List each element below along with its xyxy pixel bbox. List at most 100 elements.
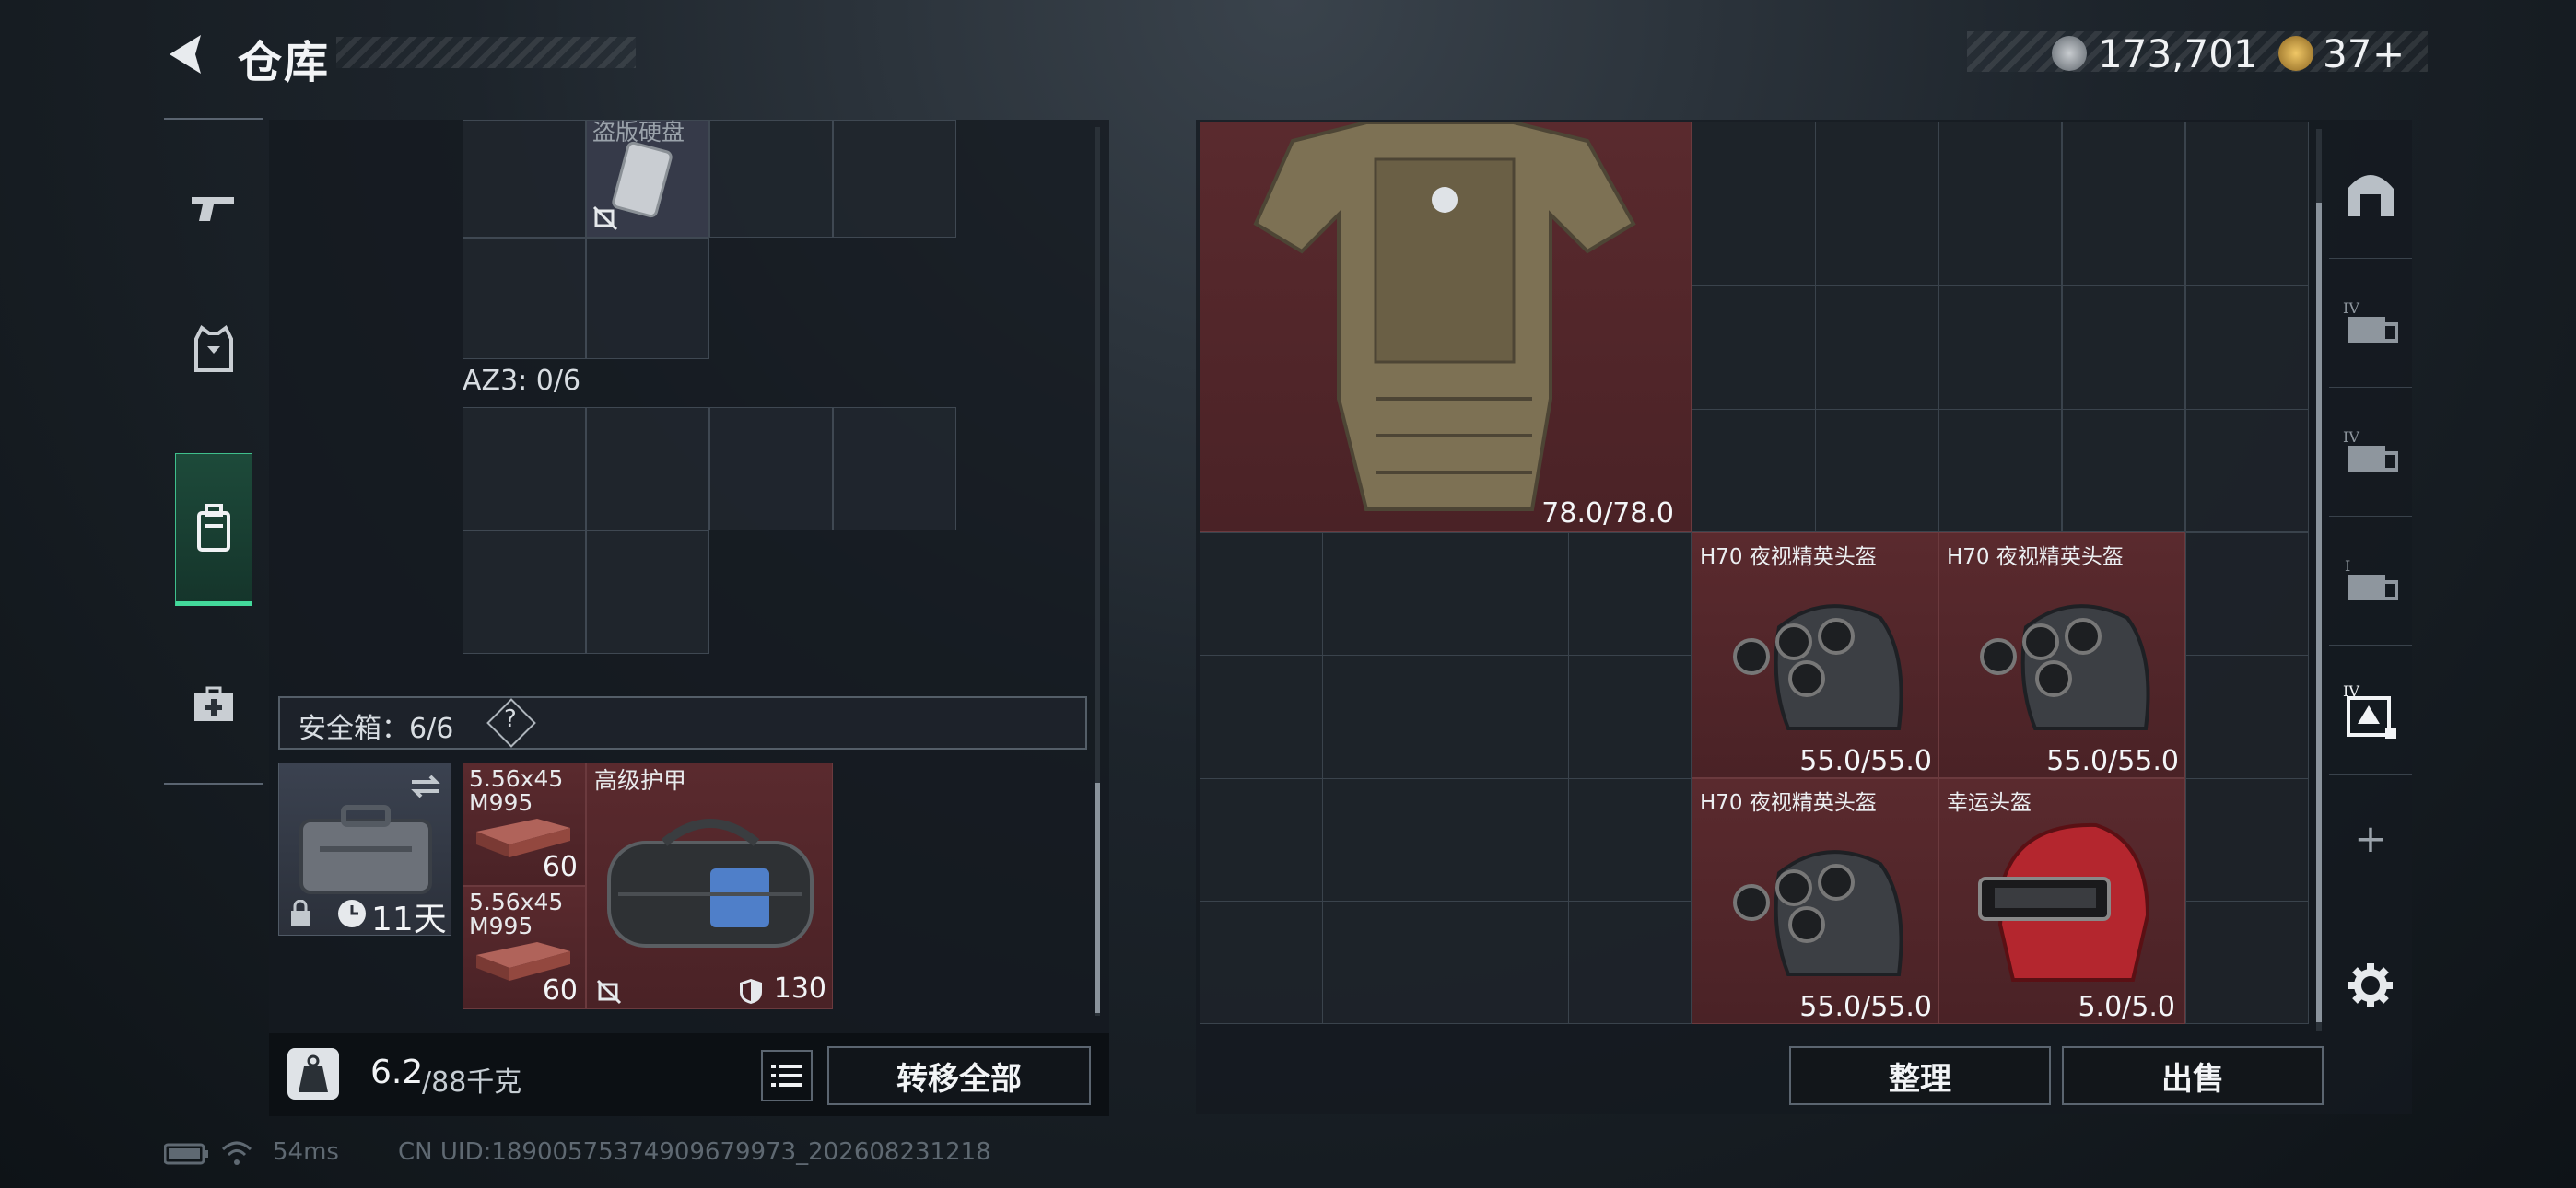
no-insure-icon: [596, 979, 622, 1005]
grid-cell[interactable]: [709, 407, 833, 530]
stash-scrollbar-thumb[interactable]: [2316, 203, 2322, 1022]
stash-page-icon: I: [2345, 557, 2398, 600]
list-view-button[interactable]: [761, 1050, 813, 1101]
stash-page-4b[interactable]: IV: [2329, 387, 2412, 517]
helmet-durability: 55.0/55.0: [1799, 991, 1932, 1023]
grid-cell[interactable]: [2062, 122, 2185, 532]
backpack-icon: [197, 504, 230, 552]
grid-cell[interactable]: [1692, 122, 1815, 532]
shield-icon: [740, 979, 762, 1004]
help-mark: ?: [504, 705, 517, 733]
ammo-label: 5.56x45 M995: [469, 765, 564, 816]
grid-cell[interactable]: [463, 238, 586, 359]
medkit-icon: [194, 686, 233, 721]
grid-cell[interactable]: [586, 407, 709, 530]
ping-text: 54ms: [273, 1138, 339, 1166]
category-backpack[interactable]: [175, 453, 252, 606]
grid-line: [1200, 778, 1692, 779]
hard-drive-item[interactable]: 盗版硬盘: [586, 120, 709, 238]
stash-page-main[interactable]: [2329, 129, 2412, 259]
ammo-label: 5.56x45 M995: [469, 889, 564, 939]
grid-line: [2185, 901, 2309, 902]
grid-cell[interactable]: [463, 530, 586, 654]
currency-bar: 173,701 37 +: [1967, 31, 2428, 76]
stash-page-active-icon: IV: [2343, 682, 2396, 739]
grid-cell[interactable]: [833, 120, 956, 238]
add-stash-page-button[interactable]: +: [2329, 774, 2412, 903]
case-image: [299, 805, 432, 894]
page-title: 仓库: [238, 37, 331, 88]
settings-button[interactable]: [2329, 921, 2412, 1050]
title-decoration: [336, 37, 636, 68]
grid-line: [1200, 901, 1692, 902]
armor-value: 130: [773, 973, 826, 1005]
pistol-icon: [192, 197, 234, 221]
category-armor[interactable]: [164, 281, 263, 419]
helmet-name: H70 夜视精英头盔: [1700, 791, 1877, 815]
grid-cell[interactable]: [463, 407, 586, 530]
lucky-helmet-item[interactable]: 幸运头盔 5.0/5.0: [1938, 778, 2185, 1024]
weight-max: /88千克: [422, 1066, 522, 1099]
helmet-name: H70 夜视精英头盔: [1947, 545, 2124, 569]
grid-cell[interactable]: [1815, 122, 1938, 532]
ammo-count: 60: [542, 851, 578, 883]
grid-cell[interactable]: [463, 120, 586, 238]
safe-box-case[interactable]: 11天: [278, 763, 451, 938]
stash-page-1[interactable]: I: [2329, 516, 2412, 646]
grid-cell[interactable]: [586, 238, 709, 359]
category-rail: [164, 118, 263, 785]
gear-icon: [2348, 963, 2393, 1007]
uid-text: CN UID:18900575374909679973_202608231218: [398, 1138, 991, 1166]
category-weapons[interactable]: [164, 138, 263, 276]
night-vision-helmet-image: [1733, 850, 1903, 976]
backpack-scrollbar-thumb[interactable]: [1095, 783, 1100, 1013]
grid-cell[interactable]: [2185, 122, 2309, 532]
stash-page-4-active[interactable]: IV: [2329, 645, 2412, 775]
stash-page-4a[interactable]: IV: [2329, 258, 2412, 388]
grid-line: [2185, 778, 2309, 779]
swap-icon[interactable]: [408, 771, 443, 802]
coin-amount: 173,701: [2098, 31, 2258, 76]
ammo-item[interactable]: 5.56x45 M995 60: [463, 886, 586, 1009]
transfer-all-button[interactable]: 转移全部: [827, 1046, 1091, 1105]
safe-box-header: 安全箱：6/6 ?: [278, 696, 1087, 750]
svg-text:IV: IV: [2343, 299, 2359, 317]
stash-home-icon: [2348, 175, 2394, 216]
hard-drive-image: [612, 141, 673, 218]
grid-cell[interactable]: [833, 407, 956, 530]
armor-vest-image: [1253, 122, 1636, 511]
sort-button[interactable]: 整理: [1789, 1046, 2051, 1105]
helmet-item[interactable]: H70 夜视精英头盔 55.0/55.0: [1692, 778, 1938, 1024]
grid-line: [1692, 285, 2309, 286]
night-vision-helmet-image: [1980, 604, 2150, 730]
helmet-durability: 55.0/55.0: [1799, 745, 1932, 777]
grid-line: [2185, 655, 2309, 656]
timer-text: 11天: [371, 901, 447, 938]
category-medical[interactable]: [164, 635, 263, 774]
weight-icon: [287, 1048, 339, 1100]
night-vision-helmet-image: [1733, 604, 1903, 730]
svg-text:IV: IV: [2343, 428, 2359, 446]
helmet-durability: 55.0/55.0: [2046, 745, 2179, 777]
no-insure-icon: [592, 205, 618, 231]
sell-button[interactable]: 出售: [2062, 1046, 2324, 1105]
back-arrow-icon[interactable]: [164, 31, 210, 77]
helmet-item[interactable]: H70 夜视精英头盔 55.0/55.0: [1938, 532, 2185, 778]
duffel-bag-image: [607, 819, 814, 948]
az3-label: AZ3: 0/6: [463, 365, 581, 397]
wifi-icon: [221, 1141, 252, 1165]
armor-vest-item[interactable]: 78.0/78.0: [1200, 122, 1692, 532]
ammo-count: 60: [542, 974, 578, 1007]
grid-cell[interactable]: [1938, 122, 2062, 532]
helmet-durability: 5.0/5.0: [2078, 991, 2175, 1023]
helmet-item[interactable]: H70 夜视精英头盔 55.0/55.0: [1692, 532, 1938, 778]
ammo-item[interactable]: 5.56x45 M995 60: [463, 763, 586, 886]
advanced-armor-item[interactable]: 高级护甲 130: [586, 763, 833, 1009]
grid-cell[interactable]: [709, 120, 833, 238]
stash-page-icon: IV: [2343, 428, 2398, 472]
helmet-name: H70 夜视精英头盔: [1700, 545, 1877, 569]
add-token-button[interactable]: +: [2372, 31, 2405, 76]
clock-icon: [338, 900, 366, 927]
grid-cell[interactable]: [586, 530, 709, 654]
svg-text:I: I: [2345, 557, 2350, 575]
